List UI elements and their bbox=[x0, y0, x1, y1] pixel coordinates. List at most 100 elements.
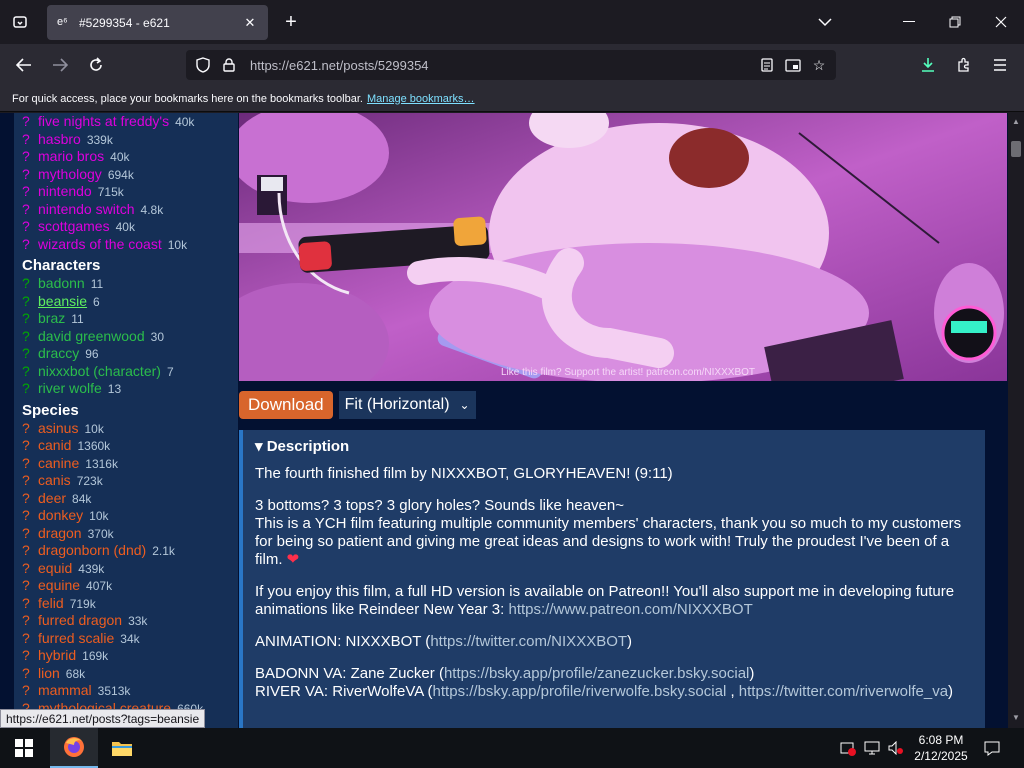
bsky-link[interactable]: https://bsky.app/profile/riverwolfe.bsky… bbox=[433, 683, 727, 700]
volume-muted-icon[interactable] bbox=[886, 738, 906, 758]
tag-wiki-link[interactable]: ? bbox=[22, 275, 38, 291]
tag-name-link[interactable]: canis bbox=[38, 472, 71, 488]
tag-wiki-link[interactable]: ? bbox=[22, 647, 38, 663]
tag-name-link[interactable]: canid bbox=[38, 437, 71, 453]
picture-in-picture-icon[interactable] bbox=[780, 52, 806, 78]
tag-name-link[interactable]: braz bbox=[38, 310, 65, 326]
minimize-icon[interactable] bbox=[894, 8, 924, 36]
tag-name-link[interactable]: beansie bbox=[38, 293, 87, 309]
tag-wiki-link[interactable]: ? bbox=[22, 455, 38, 471]
tag-wiki-link[interactable]: ? bbox=[22, 612, 38, 628]
tag-wiki-link[interactable]: ? bbox=[22, 507, 38, 523]
tag-name-link[interactable]: hasbro bbox=[38, 131, 81, 147]
download-icon[interactable] bbox=[914, 52, 942, 78]
close-icon[interactable]: ✕ bbox=[242, 15, 258, 31]
tag-name-link[interactable]: river wolfe bbox=[38, 380, 102, 396]
tag-name-link[interactable]: draccy bbox=[38, 345, 79, 361]
tag-wiki-link[interactable]: ? bbox=[22, 328, 38, 344]
taskbar-clock[interactable]: 6:08 PM 2/12/2025 bbox=[906, 732, 976, 764]
tag-wiki-link[interactable]: ? bbox=[22, 380, 38, 396]
tag-name-link[interactable]: furred dragon bbox=[38, 612, 122, 628]
tag-name-link[interactable]: furred scalie bbox=[38, 630, 114, 646]
manage-bookmarks-link[interactable]: Manage bookmarks… bbox=[367, 93, 475, 105]
tag-wiki-link[interactable]: ? bbox=[22, 420, 38, 436]
tag-name-link[interactable]: five nights at freddy's bbox=[38, 113, 169, 129]
tag-name-link[interactable]: equine bbox=[38, 577, 80, 593]
patreon-link[interactable]: https://www.patreon.com/NIXXXBOT bbox=[508, 601, 752, 618]
tag-wiki-link[interactable]: ? bbox=[22, 595, 38, 611]
scrollbar-thumb[interactable] bbox=[1011, 141, 1021, 157]
reload-icon[interactable] bbox=[82, 52, 110, 78]
firefox-taskbar-icon[interactable] bbox=[50, 728, 98, 768]
tag-wiki-link[interactable]: ? bbox=[22, 363, 38, 379]
tag-wiki-link[interactable]: ? bbox=[22, 472, 38, 488]
notifications-icon[interactable] bbox=[982, 738, 1002, 758]
tag-name-link[interactable]: equid bbox=[38, 560, 72, 576]
tag-wiki-link[interactable]: ? bbox=[22, 131, 38, 147]
tag-wiki-link[interactable]: ? bbox=[22, 218, 38, 234]
security-warning-icon[interactable] bbox=[838, 738, 858, 758]
tag-wiki-link[interactable]: ? bbox=[22, 630, 38, 646]
post-image[interactable]: Like this film? Support the artist! patr… bbox=[239, 113, 1007, 381]
star-bookmark-icon[interactable]: ☆ bbox=[806, 52, 832, 78]
twitter-link[interactable]: https://twitter.com/NIXXXBOT bbox=[430, 633, 627, 650]
tab-list-icon[interactable] bbox=[8, 10, 32, 34]
file-explorer-icon[interactable] bbox=[98, 728, 146, 768]
tag-name-link[interactable]: nintendo bbox=[38, 183, 92, 199]
tag-wiki-link[interactable]: ? bbox=[22, 560, 38, 576]
tag-name-link[interactable]: hybrid bbox=[38, 647, 76, 663]
back-arrow-icon[interactable] bbox=[10, 52, 38, 78]
tag-name-link[interactable]: nixxxbot (character) bbox=[38, 363, 161, 379]
tag-name-link[interactable]: wizards of the coast bbox=[38, 236, 162, 252]
restore-icon[interactable] bbox=[940, 8, 970, 36]
tag-name-link[interactable]: deer bbox=[38, 490, 66, 506]
extensions-icon[interactable] bbox=[950, 52, 978, 78]
tag-name-link[interactable]: david greenwood bbox=[38, 328, 145, 344]
tag-wiki-link[interactable]: ? bbox=[22, 490, 38, 506]
new-tab-icon[interactable]: + bbox=[279, 10, 303, 34]
url-bar[interactable]: https://e621.net/posts/5299354 ☆ bbox=[186, 50, 836, 80]
tag-wiki-link[interactable]: ? bbox=[22, 525, 38, 541]
forward-arrow-icon[interactable] bbox=[46, 52, 74, 78]
scroll-up-icon[interactable]: ▲ bbox=[1011, 117, 1021, 127]
tag-wiki-link[interactable]: ? bbox=[22, 437, 38, 453]
tag-wiki-link[interactable]: ? bbox=[22, 201, 38, 217]
tag-wiki-link[interactable]: ? bbox=[22, 148, 38, 164]
twitter-link[interactable]: https://twitter.com/riverwolfe_va bbox=[739, 683, 948, 700]
tag-name-link[interactable]: mammal bbox=[38, 682, 92, 698]
tag-name-link[interactable]: dragonborn (dnd) bbox=[38, 542, 146, 558]
tag-wiki-link[interactable]: ? bbox=[22, 345, 38, 361]
tag-name-link[interactable]: donkey bbox=[38, 507, 83, 523]
tag-name-link[interactable]: mario bros bbox=[38, 148, 104, 164]
window-close-icon[interactable] bbox=[986, 8, 1016, 36]
tag-wiki-link[interactable]: ? bbox=[22, 236, 38, 252]
tag-wiki-link[interactable]: ? bbox=[22, 113, 38, 129]
tag-wiki-link[interactable]: ? bbox=[22, 665, 38, 681]
tag-wiki-link[interactable]: ? bbox=[22, 310, 38, 326]
tag-name-link[interactable]: lion bbox=[38, 665, 60, 681]
scroll-down-icon[interactable]: ▼ bbox=[1011, 713, 1021, 723]
tag-name-link[interactable]: badonn bbox=[38, 275, 85, 291]
description-toggle[interactable]: ▾ Description bbox=[255, 437, 973, 455]
lock-icon[interactable] bbox=[216, 52, 242, 78]
network-icon[interactable] bbox=[862, 738, 882, 758]
bsky-link[interactable]: https://bsky.app/profile/zanezucker.bsky… bbox=[444, 665, 749, 682]
tag-name-link[interactable]: mythology bbox=[38, 166, 102, 182]
tag-wiki-link[interactable]: ? bbox=[22, 577, 38, 593]
tag-wiki-link[interactable]: ? bbox=[22, 682, 38, 698]
url-text[interactable]: https://e621.net/posts/5299354 bbox=[250, 58, 754, 73]
tag-name-link[interactable]: nintendo switch bbox=[38, 201, 135, 217]
tag-wiki-link[interactable]: ? bbox=[22, 293, 38, 309]
reader-view-icon[interactable] bbox=[754, 52, 780, 78]
tag-wiki-link[interactable]: ? bbox=[22, 183, 38, 199]
tag-name-link[interactable]: scottgames bbox=[38, 218, 110, 234]
tab-active[interactable]: e⁶ #5299354 - e621 ✕ bbox=[47, 5, 268, 40]
windows-start-icon[interactable] bbox=[0, 728, 48, 768]
page-scrollbar[interactable]: ▲ ▼ bbox=[1008, 113, 1024, 728]
tag-wiki-link[interactable]: ? bbox=[22, 166, 38, 182]
shield-icon[interactable] bbox=[190, 52, 216, 78]
fit-mode-select[interactable]: Fit (Horizontal) ⌄ bbox=[338, 391, 476, 419]
chevron-down-icon[interactable] bbox=[810, 8, 840, 36]
tag-name-link[interactable]: dragon bbox=[38, 525, 82, 541]
tag-name-link[interactable]: canine bbox=[38, 455, 79, 471]
